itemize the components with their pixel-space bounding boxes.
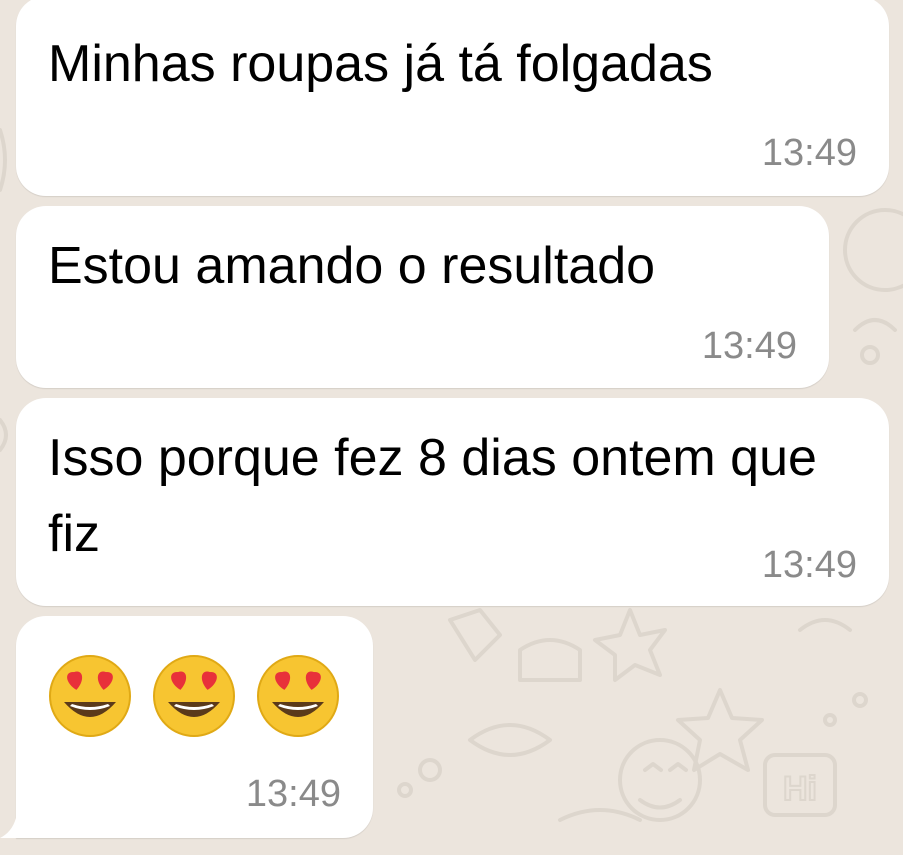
message-timestamp: 13:49 [701,325,797,367]
incoming-message-bubble[interactable]: Isso porque fez 8 dias ontem que fiz 13:… [16,398,889,606]
incoming-message-bubble[interactable]: Minhas roupas já tá folgadas 13:49 [16,0,889,196]
heart-eyes-emoji-icon [49,655,131,737]
heart-eyes-emoji-icon [153,655,235,737]
incoming-emoji-message-bubble[interactable]: 13:49 [16,616,373,838]
message-text: Estou amando o resultado [48,237,656,295]
message-timestamp: 13:49 [761,544,857,586]
message-list[interactable]: Minhas roupas já tá folgadas 13:49 Estou… [0,0,903,855]
message-timestamp: 13:49 [761,132,857,174]
message-text: Minhas roupas já tá folgadas [48,35,713,93]
message-timestamp: 13:49 [245,773,341,815]
incoming-message-bubble[interactable]: Estou amando o resultado 13:49 [16,206,829,388]
bubble-tail-icon [0,818,16,838]
heart-eyes-emoji-icon [257,655,339,737]
message-text: Isso porque fez 8 dias ontem que fiz [48,429,817,563]
